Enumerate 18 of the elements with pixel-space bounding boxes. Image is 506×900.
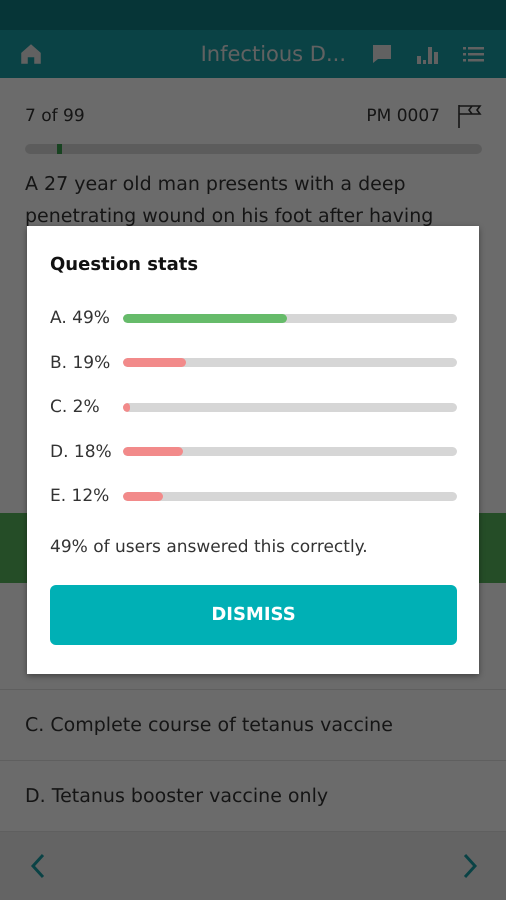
question-text: A 27 year old man presents with a deep (25, 172, 407, 197)
screen-title: Infectious D... (200, 42, 346, 66)
question-code: PM 0007 (366, 106, 440, 126)
forward-chevron-icon[interactable] (462, 853, 478, 879)
summary-text: 49% of users answered this correctly. (50, 536, 369, 556)
question-text: penetrating wound on his foot after having (25, 204, 434, 229)
question-position: 7 of 99 (25, 106, 85, 126)
stat-label: C. 2% (50, 397, 101, 418)
stat-label: A. 49% (50, 308, 111, 328)
answer-option[interactable]: C. Complete course of tetanus vaccine (0, 690, 506, 761)
stat-label: E. 12% (50, 486, 110, 506)
comment-icon[interactable] (370, 42, 394, 66)
back-chevron-icon[interactable] (30, 853, 46, 879)
dialog-title: Question stats (50, 254, 200, 275)
dismiss-button[interactable]: DISMISS (50, 584, 457, 644)
flag-icon[interactable] (456, 103, 482, 129)
stat-label: D. 18% (50, 442, 113, 462)
stat-label: B. 19% (50, 352, 112, 373)
